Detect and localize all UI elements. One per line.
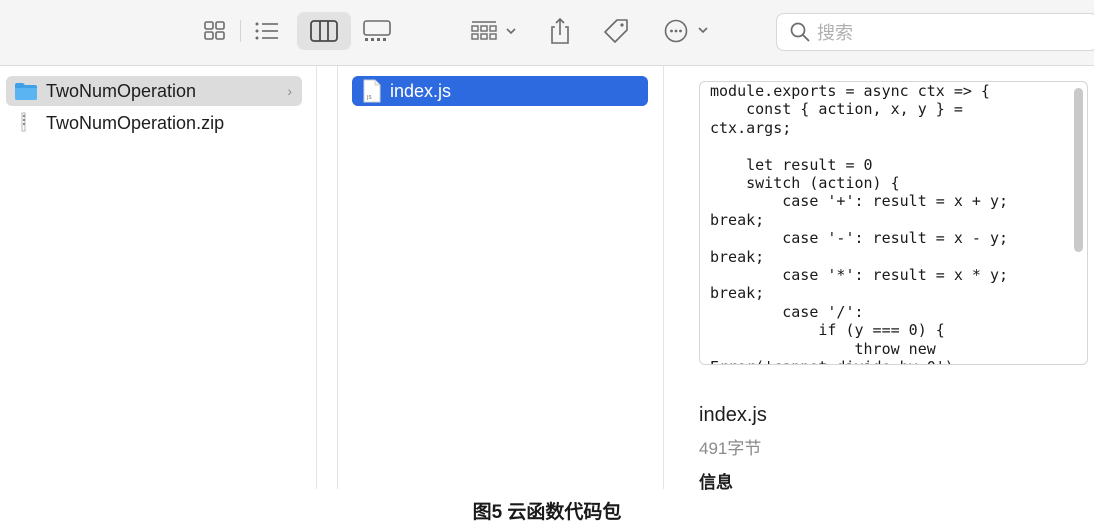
preview-scrollbar[interactable] xyxy=(1074,88,1083,252)
svg-text:JS: JS xyxy=(366,95,372,101)
list-item-twonumoperation-zip[interactable]: TwoNumOperation.zip xyxy=(6,108,302,138)
share-button[interactable] xyxy=(542,12,578,50)
finder-toolbar: 搜索 xyxy=(0,0,1094,66)
figure-caption: 图5 云函数代码包 xyxy=(472,502,622,523)
gallery-icon xyxy=(363,20,391,41)
js-file-icon: JS xyxy=(363,79,381,103)
tag-button[interactable] xyxy=(598,12,634,50)
tag-icon xyxy=(604,19,628,43)
list-item-label: TwoNumOperation.zip xyxy=(46,112,225,133)
toolbar-separator xyxy=(240,20,241,42)
list-item-index-js[interactable]: JS index.js xyxy=(352,76,648,106)
preview-file-name: index.js xyxy=(699,404,767,426)
gallery-view-button[interactable] xyxy=(357,12,397,50)
icon-view-button[interactable] xyxy=(196,12,234,50)
search-icon xyxy=(790,22,810,42)
search-field[interactable]: 搜索 xyxy=(776,13,1094,51)
preview-info-heading: 信息 xyxy=(699,473,733,492)
list-item-label: TwoNumOperation xyxy=(46,80,197,101)
column-divider xyxy=(337,66,338,489)
list-view-button[interactable] xyxy=(248,12,286,50)
ellipsis-circle-icon xyxy=(664,19,708,43)
folder-icon xyxy=(15,83,37,100)
code-preview[interactable]: module.exports = async ctx => { const { … xyxy=(699,81,1088,365)
column-divider[interactable] xyxy=(663,66,664,489)
more-actions-button[interactable] xyxy=(660,12,716,50)
search-placeholder: 搜索 xyxy=(817,23,853,43)
zip-file-icon xyxy=(21,112,26,132)
chevron-right-icon: › xyxy=(287,83,292,99)
code-preview-text: module.exports = async ctx => { const { … xyxy=(710,82,1009,364)
list-icon xyxy=(255,22,278,40)
columns-icon xyxy=(310,20,338,42)
list-item-label: index.js xyxy=(390,80,452,101)
preview-file-size: 491字节 xyxy=(699,439,762,458)
grid-icon xyxy=(204,21,225,40)
group-by-button[interactable] xyxy=(466,12,522,50)
group-icon xyxy=(471,21,516,40)
column-divider[interactable] xyxy=(316,66,317,489)
column-view-button[interactable] xyxy=(297,12,351,50)
share-icon xyxy=(551,17,569,44)
list-item-twonumoperation-folder[interactable]: TwoNumOperation › xyxy=(6,76,302,106)
